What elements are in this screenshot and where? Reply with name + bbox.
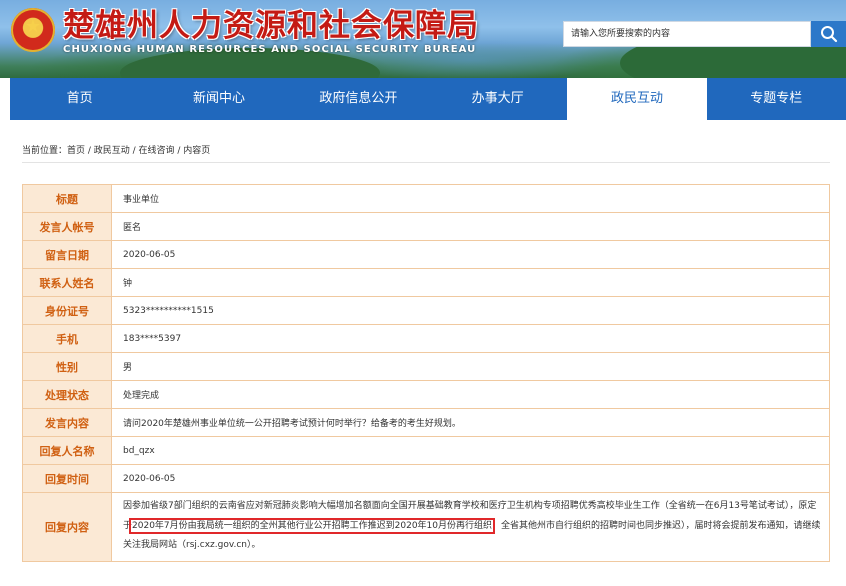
row-label-phone: 手机 — [22, 324, 112, 353]
row-label-status: 处理状态 — [22, 380, 112, 409]
row-label-account: 发言人帐号 — [22, 212, 112, 241]
row-label-post-date: 留言日期 — [22, 240, 112, 269]
row-label-title: 标题 — [22, 184, 112, 213]
row-label-message: 发言内容 — [22, 408, 112, 437]
main-nav: 首页 新闻中心 政府信息公开 办事大厅 政民互动 专题专栏 — [10, 78, 846, 120]
national-emblem-icon: ★ — [11, 8, 55, 52]
nav-item-home[interactable]: 首页 — [10, 78, 149, 120]
table-row: 发言内容 请问2020年楚雄州事业单位统一公开招聘考试预计何时举行？给备考的考生… — [22, 408, 830, 437]
table-row: 性别 男 — [22, 352, 830, 381]
row-value-replier: bd_qzx — [111, 436, 830, 465]
row-value-gender: 男 — [111, 352, 830, 381]
table-row: 联系人姓名 钟 — [22, 268, 830, 297]
nav-item-topics[interactable]: 专题专栏 — [707, 78, 846, 120]
row-value-contact-name: 钟 — [111, 268, 830, 297]
row-value-reply-content: 因参加省级7部门组织的云南省应对新冠肺炎影响大幅增加名额面向全国开展基础教育学校… — [111, 492, 830, 562]
row-value-reply-time: 2020-06-05 — [111, 464, 830, 493]
row-value-phone: 183****5397 — [111, 324, 830, 353]
divider — [22, 162, 830, 163]
row-value-id-number: 5323**********1515 — [111, 296, 830, 325]
row-label-id-number: 身份证号 — [22, 296, 112, 325]
site-subtitle: CHUXIONG HUMAN RESOURCES AND SOCIAL SECU… — [63, 44, 477, 55]
table-row: 留言日期 2020-06-05 — [22, 240, 830, 269]
table-row: 身份证号 5323**********1515 — [22, 296, 830, 325]
table-row: 处理状态 处理完成 — [22, 380, 830, 409]
nav-item-gov-info[interactable]: 政府信息公开 — [289, 78, 428, 120]
table-row: 标题 事业单位 — [22, 184, 830, 213]
breadcrumb: 当前位置：首页 / 政民互动 / 在线咨询 / 内容页 — [22, 146, 211, 156]
site-title: 楚雄州人力资源和社会保障局 — [63, 8, 479, 44]
table-row: 发言人帐号 匿名 — [22, 212, 830, 241]
row-label-reply-content: 回复内容 — [22, 492, 112, 562]
row-label-reply-time: 回复时间 — [22, 464, 112, 493]
header-banner: ★ 楚雄州人力资源和社会保障局 CHUXIONG HUMAN RESOURCES… — [0, 0, 846, 78]
row-label-replier: 回复人名称 — [22, 436, 112, 465]
table-row: 回复时间 2020-06-05 — [22, 464, 830, 493]
row-value-title: 事业单位 — [111, 184, 830, 213]
row-value-post-date: 2020-06-05 — [111, 240, 830, 269]
search-input[interactable]: 请输入您所要搜索的内容 — [563, 21, 811, 47]
table-row: 回复人名称 bd_qzx — [22, 436, 830, 465]
search-button[interactable] — [811, 21, 846, 47]
reply-highlighted-text: 2020年7月份由我局统一组织的全州其他行业公开招聘工作推迟到2020年10月份… — [129, 517, 496, 534]
table-row: 回复内容 因参加省级7部门组织的云南省应对新冠肺炎影响大幅增加名额面向全国开展基… — [22, 492, 830, 562]
row-label-gender: 性别 — [22, 352, 112, 381]
table-row: 手机 183****5397 — [22, 324, 830, 353]
search-icon — [821, 26, 838, 43]
nav-item-service-hall[interactable]: 办事大厅 — [428, 78, 567, 120]
row-label-contact-name: 联系人姓名 — [22, 268, 112, 297]
nav-item-news[interactable]: 新闻中心 — [149, 78, 288, 120]
row-value-account: 匿名 — [111, 212, 830, 241]
row-value-status: 处理完成 — [111, 380, 830, 409]
consultation-detail-table: 标题 事业单位 发言人帐号 匿名 留言日期 2020-06-05 联系人姓名 钟… — [22, 184, 830, 562]
row-value-message: 请问2020年楚雄州事业单位统一公开招聘考试预计何时举行？给备考的考生好规划。 — [111, 408, 830, 437]
nav-item-interaction[interactable]: 政民互动 — [567, 78, 707, 120]
